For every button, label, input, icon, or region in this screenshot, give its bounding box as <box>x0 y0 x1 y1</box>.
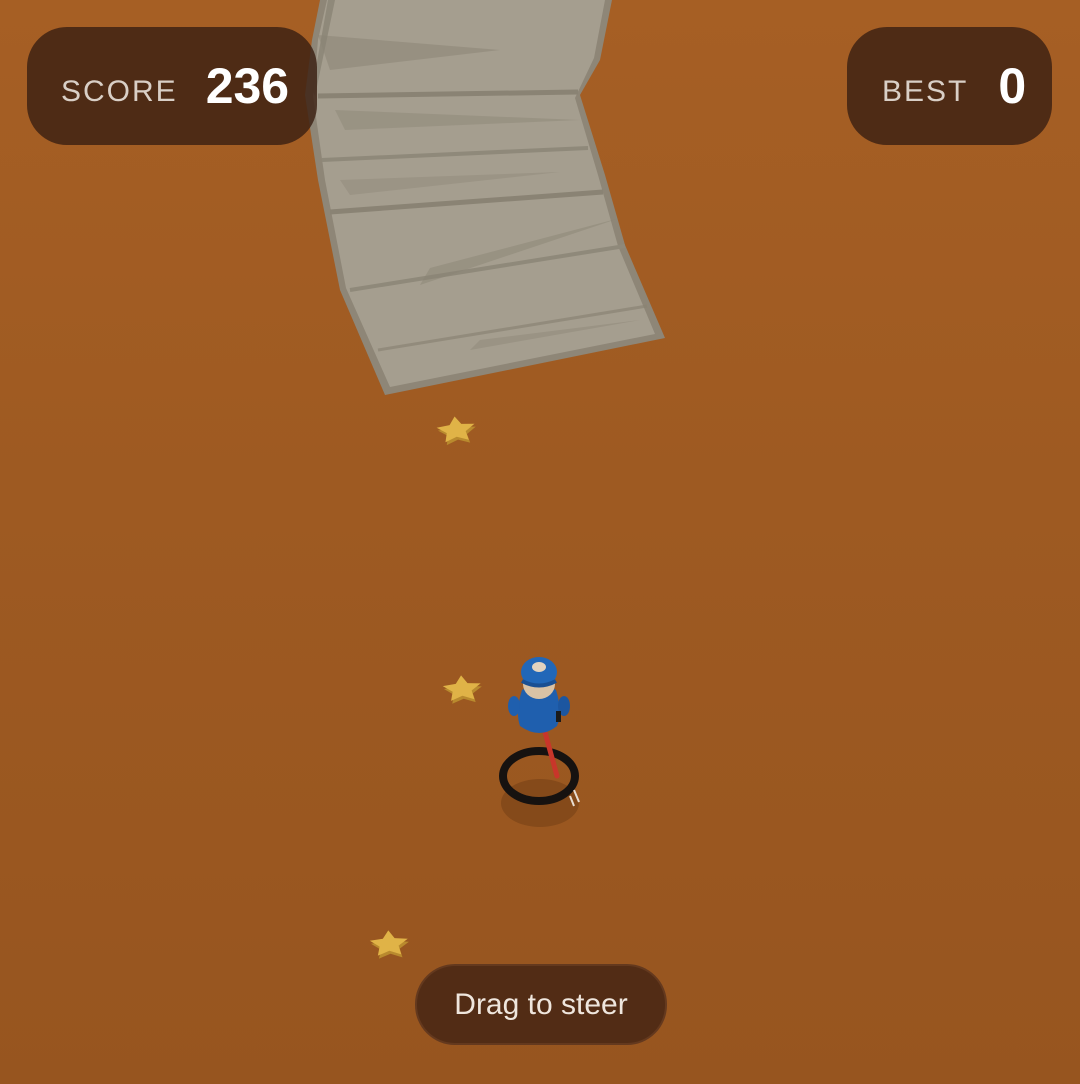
star-pickup <box>436 416 476 446</box>
character-icon <box>508 657 570 733</box>
steer-hint: Drag to steer <box>415 964 667 1045</box>
score-panel: SCORE 236 <box>27 27 317 145</box>
steer-hint-text: Drag to steer <box>454 987 628 1021</box>
star-pickup <box>369 930 409 959</box>
game-stage[interactable]: SCORE 236 BEST 0 Drag to steer <box>0 0 1080 1084</box>
road-track <box>305 0 665 395</box>
player-character[interactable] <box>499 657 580 827</box>
star-pickup <box>442 675 482 704</box>
best-value: 0 <box>998 58 1027 114</box>
game-world[interactable] <box>0 0 1080 1084</box>
score-value: 236 <box>205 58 290 114</box>
best-label: BEST <box>882 75 969 108</box>
score-label: SCORE <box>61 75 178 108</box>
best-score-panel: BEST 0 <box>847 27 1052 145</box>
